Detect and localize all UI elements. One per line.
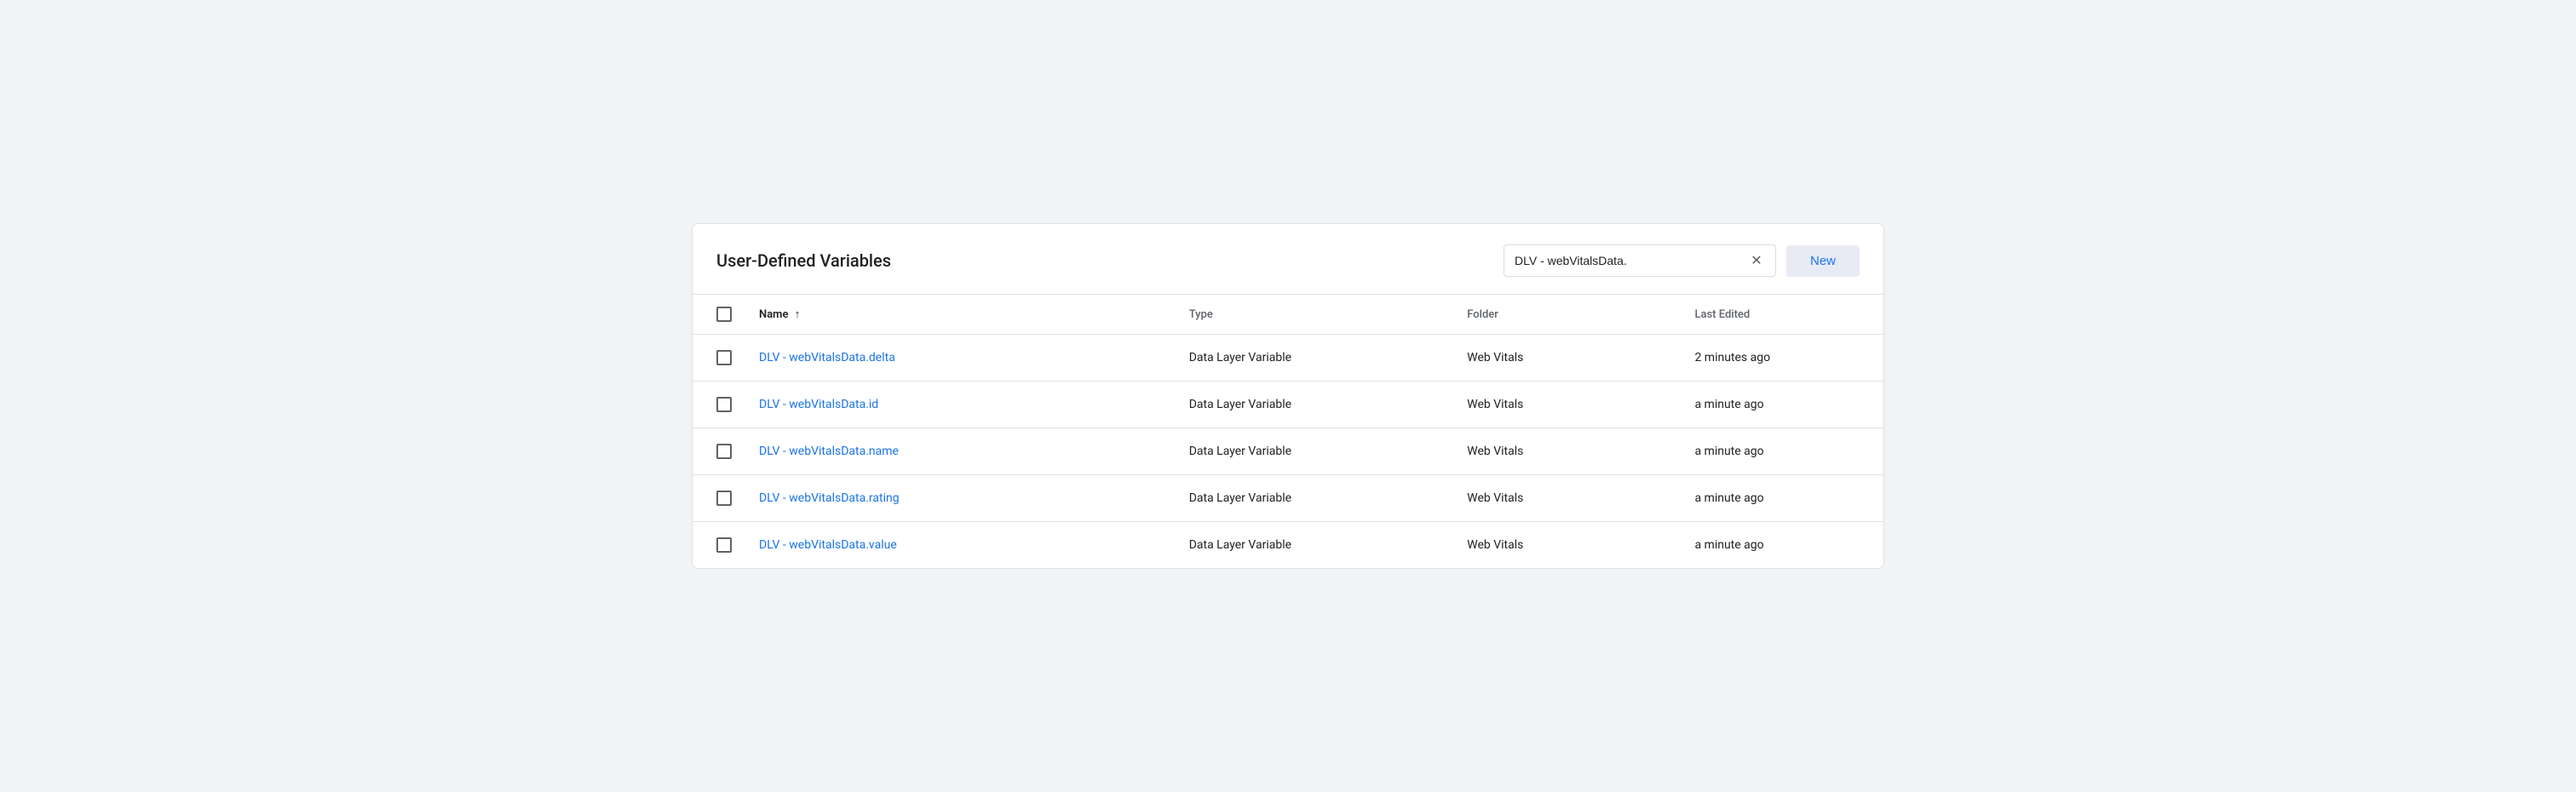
select-all-checkbox[interactable] [716,307,732,322]
clear-search-icon[interactable]: ✕ [1748,252,1765,269]
row-edited-cell: 2 minutes ago [1681,335,1883,382]
row-checkbox-cell [693,475,745,522]
main-container: User-Defined Variables ✕ New Name ↑ [692,223,1884,569]
row-edited-cell: a minute ago [1681,522,1883,569]
table-row: DLV - webVitalsData.rating Data Layer Va… [693,475,1883,522]
row-folder-cell: Web Vitals [1453,382,1681,428]
variable-link[interactable]: DLV - webVitalsData.delta [759,351,895,364]
table-row: DLV - webVitalsData.name Data Layer Vari… [693,428,1883,475]
row-checkbox-cell [693,522,745,569]
page-title: User-Defined Variables [716,250,891,271]
row-name-cell: DLV - webVitalsData.value [745,522,1176,569]
new-button[interactable]: New [1786,245,1860,277]
row-checkbox-cell [693,335,745,382]
row-checkbox[interactable] [716,397,732,412]
row-folder-cell: Web Vitals [1453,522,1681,569]
row-checkbox-cell [693,428,745,475]
type-column-label: Type [1189,308,1213,321]
row-edited-cell: a minute ago [1681,475,1883,522]
header: User-Defined Variables ✕ New [693,224,1883,295]
row-type-cell: Data Layer Variable [1176,475,1454,522]
edited-column-label: Last Edited [1694,308,1750,321]
row-checkbox[interactable] [716,444,732,459]
header-actions: ✕ New [1504,244,1860,277]
row-checkbox[interactable] [716,537,732,553]
row-name-cell: DLV - webVitalsData.delta [745,335,1176,382]
folder-column-header: Folder [1453,295,1681,335]
row-checkbox-cell [693,382,745,428]
row-checkbox[interactable] [716,491,732,506]
variable-link[interactable]: DLV - webVitalsData.name [759,445,899,458]
row-folder-cell: Web Vitals [1453,475,1681,522]
name-column-header: Name ↑ [745,295,1176,335]
folder-column-label: Folder [1467,308,1498,321]
row-edited-cell: a minute ago [1681,382,1883,428]
variable-link[interactable]: DLV - webVitalsData.value [759,538,897,552]
variable-link[interactable]: DLV - webVitalsData.id [759,398,878,411]
type-column-header: Type [1176,295,1454,335]
table-row: DLV - webVitalsData.id Data Layer Variab… [693,382,1883,428]
row-type-cell: Data Layer Variable [1176,522,1454,569]
search-box[interactable]: ✕ [1504,244,1776,277]
row-folder-cell: Web Vitals [1453,428,1681,475]
row-name-cell: DLV - webVitalsData.rating [745,475,1176,522]
row-checkbox[interactable] [716,350,732,365]
row-name-cell: DLV - webVitalsData.id [745,382,1176,428]
row-type-cell: Data Layer Variable [1176,335,1454,382]
variable-link[interactable]: DLV - webVitalsData.rating [759,491,900,505]
row-edited-cell: a minute ago [1681,428,1883,475]
table-row: DLV - webVitalsData.delta Data Layer Var… [693,335,1883,382]
table-body: DLV - webVitalsData.delta Data Layer Var… [693,335,1883,569]
sort-arrow-icon: ↑ [795,308,801,321]
variables-table: Name ↑ Type Folder Last Edited [693,295,1883,568]
search-input[interactable] [1515,254,1741,267]
table-row: DLV - webVitalsData.value Data Layer Var… [693,522,1883,569]
table-header: Name ↑ Type Folder Last Edited [693,295,1883,335]
row-folder-cell: Web Vitals [1453,335,1681,382]
row-type-cell: Data Layer Variable [1176,382,1454,428]
name-column-label: Name [759,308,788,321]
select-all-header [693,295,745,335]
row-type-cell: Data Layer Variable [1176,428,1454,475]
edited-column-header: Last Edited [1681,295,1883,335]
row-name-cell: DLV - webVitalsData.name [745,428,1176,475]
